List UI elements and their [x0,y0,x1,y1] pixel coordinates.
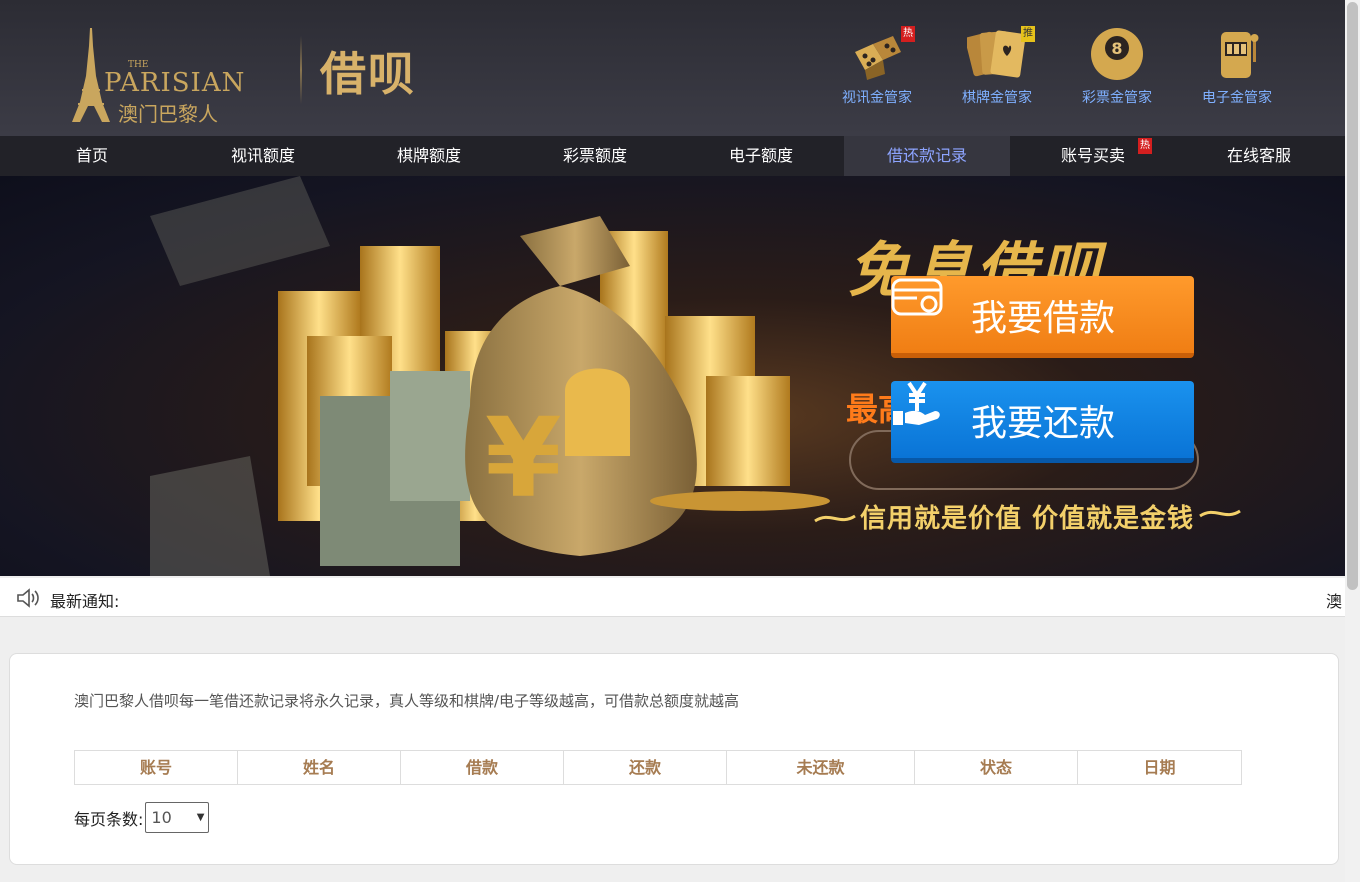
banner-slogan: 信用就是价值 价值就是金钱 [860,504,1195,534]
records-table-header: 账号 姓名 借款 还款 未还款 状态 日期 [74,750,1242,785]
nav-chess-credit[interactable]: 棋牌额度 [346,136,512,176]
dice-icon [847,26,907,82]
card-icon [891,278,943,316]
page-size-value: 10 [151,808,172,827]
column-borrowed[interactable]: 借款 [401,751,564,784]
nav-home[interactable]: 首页 [0,136,180,176]
nav-live-credit[interactable]: 视讯额度 [180,136,346,176]
header: THE PARISIAN 澳门巴黎人 借呗 热 视讯金管家 推 棋牌金管家 8 … [0,0,1345,136]
manager-live[interactable]: 热 视讯金管家 [827,26,927,107]
nav-slots-credit[interactable]: 电子额度 [678,136,844,176]
nav-loan-records[interactable]: 借还款记录 [844,136,1010,176]
logo-divider [300,36,302,104]
column-name[interactable]: 姓名 [238,751,401,784]
svg-text:8: 8 [1111,39,1122,58]
recommend-badge: 推 [1021,26,1035,42]
hero-banner: ¥ 免息借呗 最高 我要借款 我要还款 信用就是价值 价值就是金钱 [0,176,1345,576]
eight-ball-icon: 8 [1087,26,1147,82]
borrow-button[interactable]: 我要借款 [891,276,1194,358]
manager-chess-label: 棋牌金管家 [962,90,1032,106]
column-repaid[interactable]: 还款 [564,751,727,784]
nav-lottery-credit[interactable]: 彩票额度 [512,136,678,176]
column-account[interactable]: 账号 [75,751,238,784]
repay-button-label: 我要还款 [971,402,1116,444]
loan-records-panel: 澳门巴黎人借呗每一笔借还款记录将永久记录，真人等级和棋牌/电子等级越高，可借款总… [9,653,1339,865]
chevron-down-icon: ▼ [196,812,205,823]
notice-marquee: 澳 [1326,592,1343,611]
scrollbar-thumb[interactable] [1347,2,1358,590]
playing-cards-icon [965,26,1027,82]
manager-slots-label: 电子金管家 [1202,90,1272,106]
yuan-hand-icon [893,381,940,425]
page-size-select[interactable]: 10 ▼ [145,802,210,833]
manager-chess[interactable]: 推 棋牌金管家 [947,26,1047,107]
logo-cn: 澳门巴黎人 [118,102,218,126]
speaker-icon [17,588,39,608]
slot-machine-icon [1207,26,1267,82]
vertical-scrollbar[interactable] [1345,0,1360,882]
borrow-button-label: 我要借款 [971,297,1116,339]
column-status[interactable]: 状态 [915,751,1078,784]
manager-live-label: 视讯金管家 [842,90,912,106]
hot-badge: 热 [1138,138,1152,154]
notice-bar: 最新通知: 澳 [0,578,1345,617]
manager-slots[interactable]: 电子金管家 [1187,26,1287,107]
page-size-control: 每页条数: 10 ▼ [74,802,210,833]
page: THE PARISIAN 澳门巴黎人 借呗 热 视讯金管家 推 棋牌金管家 8 … [0,0,1345,882]
notice-label: 最新通知: [50,592,120,611]
column-date[interactable]: 日期 [1078,751,1241,784]
brand-title: 借呗 [320,47,416,101]
hot-badge: 热 [901,26,915,42]
svg-text:¥: ¥ [485,394,562,522]
main-nav: 首页 视讯额度 棋牌额度 彩票额度 电子额度 借还款记录 账号买卖 热 在线客服 [0,136,1345,176]
records-description: 澳门巴黎人借呗每一笔借还款记录将永久记录，真人等级和棋牌/电子等级越高，可借款总… [74,692,740,710]
parisian-logo[interactable]: THE PARISIAN 澳门巴黎人 [66,26,246,126]
page-size-label: 每页条数: [74,809,144,829]
nav-account-trade-label: 账号买卖 [1060,146,1125,165]
column-outstanding[interactable]: 未还款 [727,751,915,784]
nav-online-service[interactable]: 在线客服 [1176,136,1342,176]
manager-lottery[interactable]: 8 彩票金管家 [1067,26,1167,107]
logo-name: PARISIAN [104,68,246,98]
nav-account-trade[interactable]: 账号买卖 热 [1010,136,1176,176]
manager-lottery-label: 彩票金管家 [1082,90,1152,106]
repay-button[interactable]: 我要还款 [891,381,1194,463]
